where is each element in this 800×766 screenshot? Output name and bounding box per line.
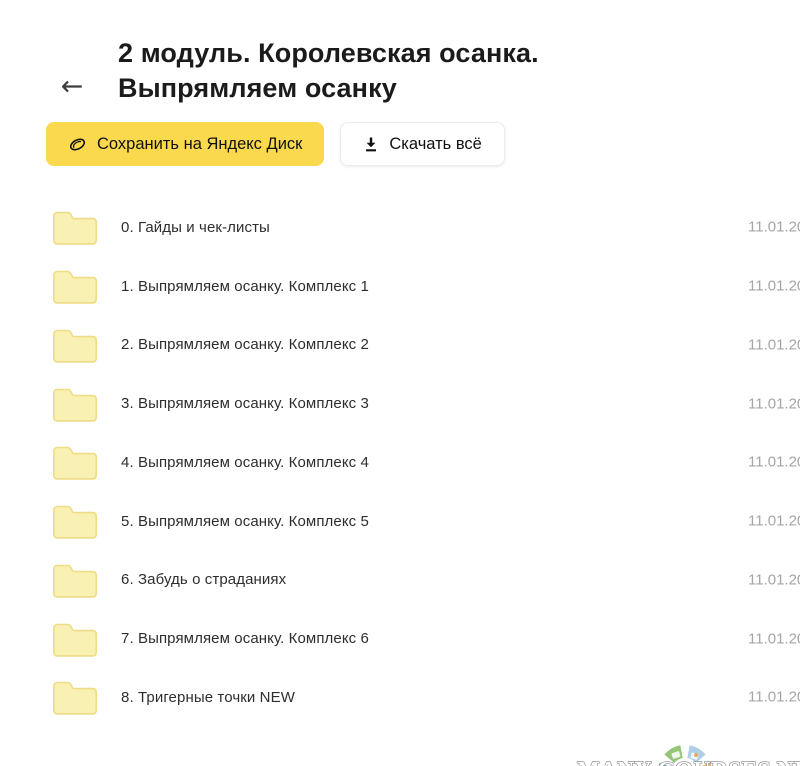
folder-row[interactable]: 4. Выпрямляем осанку. Комплекс 4 11.01.2… [0,433,800,492]
download-all-button[interactable]: Скачать всё [340,122,504,166]
folder-name: 0. Гайды и чек-листы [121,219,270,236]
folder-date: 11.01.20 [748,395,800,412]
folder-icon [51,266,99,306]
folder-icon [51,442,99,482]
folder-name: 1. Выпрямляем осанку. Комплекс 1 [121,278,369,295]
yandex-disk-public-folder-page: ← 2 модуль. Королевская осанка. Выпрямля… [0,36,800,766]
file-list: 0. Гайды и чек-листы 11.01.20 1. Выпрямл… [0,198,800,727]
folder-icon [51,677,99,717]
folder-icon [51,207,99,247]
save-button-label: Сохранить на Яндекс Диск [97,135,302,154]
folder-row[interactable]: 0. Гайды и чек-листы 11.01.20 [0,198,800,257]
yandex-disk-icon [68,135,87,154]
folder-name: 3. Выпрямляем осанку. Комплекс 3 [121,395,369,412]
folder-icon [51,560,99,600]
folder-row[interactable]: 1. Выпрямляем осанку. Комплекс 1 11.01.2… [0,257,800,316]
folder-row[interactable]: 3. Выпрямляем осанку. Комплекс 3 11.01.2… [0,374,800,433]
folder-name: 4. Выпрямляем осанку. Комплекс 4 [121,454,369,471]
page-title: 2 модуль. Королевская осанка. Выпрямляем… [118,36,740,106]
folder-icon [51,501,99,541]
folder-icon [51,619,99,659]
folder-date: 11.01.20 [748,513,800,530]
save-to-yandex-disk-button[interactable]: Сохранить на Яндекс Диск [46,122,324,166]
page-title-line-2: Выпрямляем осанку [118,73,397,103]
folder-date: 11.01.20 [748,454,800,471]
folder-icon [51,325,99,365]
back-button[interactable]: ← [54,70,90,104]
arrow-left-icon: ← [61,71,84,102]
folder-date: 11.01.20 [748,571,800,588]
folder-name: 6. Забудь о страданиях [121,571,286,588]
folder-date: 11.01.20 [748,336,800,353]
watermark-text: MANY-COURSES.NET [577,758,800,766]
folder-row[interactable]: 6. Забудь о страданиях 11.01.20 [0,551,800,610]
toolbar: Сохранить на Яндекс Диск Скачать всё [46,122,800,166]
folder-row[interactable]: 2. Выпрямляем осанку. Комплекс 2 11.01.2… [0,316,800,375]
folder-date: 11.01.20 [748,689,800,706]
folder-icon [51,384,99,424]
download-button-label: Скачать всё [389,135,481,154]
globe-collage-logo-icon [653,740,717,766]
folder-date: 11.01.20 [748,219,800,236]
folder-name: 5. Выпрямляем осанку. Комплекс 5 [121,513,369,530]
page-title-line-1: 2 модуль. Королевская осанка. [118,38,539,68]
folder-name: 2. Выпрямляем осанку. Комплекс 2 [121,336,369,353]
folder-date: 11.01.20 [748,278,800,295]
folder-name: 7. Выпрямляем осанку. Комплекс 6 [121,630,369,647]
folder-row[interactable]: 5. Выпрямляем осанку. Комплекс 5 11.01.2… [0,492,800,551]
download-icon [363,136,379,153]
folder-row[interactable]: 8. Тригерные точки NEW 11.01.20 [0,668,800,727]
folder-date: 11.01.20 [748,630,800,647]
folder-name: 8. Тригерные точки NEW [121,689,295,706]
folder-row[interactable]: 7. Выпрямляем осанку. Комплекс 6 11.01.2… [0,609,800,668]
